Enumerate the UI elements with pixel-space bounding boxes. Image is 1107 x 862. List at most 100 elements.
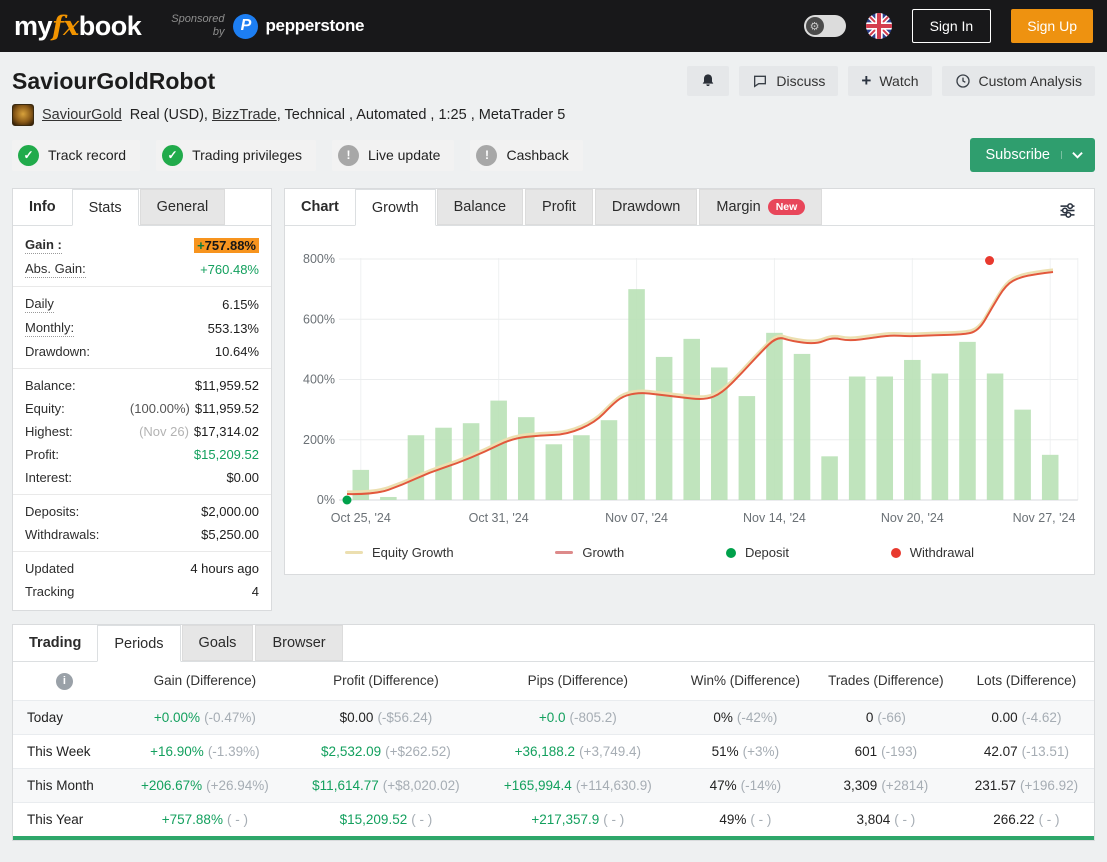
growth-bar[interactable] — [546, 444, 563, 500]
badge-trading-privileges[interactable]: ✓Trading privileges — [156, 140, 316, 171]
growth-bar[interactable] — [380, 497, 397, 500]
growth-bar[interactable] — [821, 456, 838, 500]
subscribe-button[interactable]: Subscribe — [970, 138, 1095, 172]
account-link[interactable]: SaviourGold — [42, 107, 122, 123]
sign-in-button[interactable]: Sign In — [912, 9, 992, 43]
column-header-lots-difference: Lots (Difference) — [959, 662, 1094, 700]
growth-bar[interactable] — [794, 354, 811, 500]
growth-bar[interactable] — [1014, 410, 1031, 500]
myfxbook-logo[interactable]: myfxbook — [14, 11, 141, 42]
stat-row-gain: Gain :+757.88% — [13, 233, 271, 257]
chart-settings-button[interactable] — [1053, 196, 1082, 228]
growth-bar[interactable] — [987, 373, 1004, 500]
periods-tab-goals[interactable]: Goals — [182, 625, 254, 661]
growth-bar[interactable] — [904, 360, 921, 500]
tab-label: Margin — [716, 199, 760, 215]
growth-bar[interactable] — [353, 470, 370, 500]
growth-bar[interactable] — [490, 401, 507, 500]
sign-up-button[interactable]: Sign Up — [1011, 9, 1093, 43]
info-tab-info[interactable]: Info — [13, 189, 72, 225]
stat-value-wrap: $2,000.00 — [201, 503, 259, 520]
chart-card: Chart Growth BalanceProfitDrawdown Margin Ne… — [284, 188, 1095, 575]
growth-bar[interactable] — [766, 333, 783, 500]
periods-tab-trading[interactable]: Trading — [13, 625, 97, 661]
stat-value-wrap: 6.15% — [222, 296, 259, 313]
cell-difference: (-1.39%) — [208, 744, 260, 759]
pepperstone-link[interactable]: P pepperstone — [233, 14, 364, 39]
cell-difference: ( - ) — [894, 812, 915, 827]
custom-analysis-button[interactable]: Custom Analysis — [942, 66, 1095, 96]
chart-tab-drawdown[interactable]: Drawdown — [595, 189, 698, 225]
period-label: Today — [13, 700, 116, 734]
cell-value: 601 — [855, 744, 878, 759]
chart-tab-chart[interactable]: Chart — [285, 189, 355, 225]
periods-tab-browser[interactable]: Browser — [255, 625, 342, 661]
stat-prefix: (Nov 26) — [139, 424, 189, 439]
growth-bar[interactable] — [683, 339, 700, 500]
legend-withdrawal[interactable]: Withdrawal — [891, 545, 974, 560]
check-icon: ✓ — [162, 145, 183, 166]
growth-bar[interactable] — [959, 342, 976, 500]
growth-bar[interactable] — [518, 417, 535, 500]
periods-tab-periods[interactable]: Periods — [97, 625, 180, 662]
cell-value: +217,357.9 — [531, 812, 599, 827]
watch-button[interactable]: + Watch — [848, 66, 931, 96]
period-cell: 42.07(-13.51) — [959, 734, 1094, 768]
notifications-button[interactable] — [687, 66, 729, 96]
period-cell: 3,309(+2814) — [813, 768, 959, 802]
deposit-marker[interactable] — [343, 496, 352, 505]
legend-growth[interactable]: Growth — [555, 545, 624, 560]
cell-value: 49% — [719, 812, 746, 827]
badge-cashback[interactable]: !Cashback — [470, 140, 582, 171]
legend-equity-growth[interactable]: Equity Growth — [345, 545, 454, 560]
stat-row-profit: Profit:$15,209.52 — [13, 443, 271, 466]
cell-difference: (+$262.52) — [385, 744, 451, 759]
info-tab-stats[interactable]: Stats — [72, 189, 139, 226]
new-badge: New — [768, 199, 806, 215]
tab-label: Growth — [372, 200, 419, 216]
period-cell: $15,209.52( - ) — [294, 802, 478, 836]
growth-bar[interactable] — [849, 377, 866, 500]
stat-group: Deposits:$2,000.00Withdrawals:$5,250.00 — [13, 495, 271, 552]
stat-row-interest: Interest:$0.00 — [13, 466, 271, 489]
badge-label: Live update — [368, 147, 440, 163]
language-flag-icon[interactable] — [866, 13, 892, 39]
period-label: This Week — [13, 734, 116, 768]
plus-sign: + — [197, 238, 205, 253]
chart-tab-balance[interactable]: Balance — [437, 189, 523, 225]
periods-card: TradingPeriodsGoalsBrowser iGain (Differ… — [12, 624, 1095, 841]
stat-label: Drawdown: — [25, 343, 90, 360]
growth-bar[interactable] — [463, 423, 480, 500]
speech-bubble-icon — [752, 73, 768, 89]
logo-fx: fx — [52, 11, 79, 42]
cell-value: +16.90% — [150, 744, 204, 759]
growth-bar[interactable] — [573, 435, 590, 500]
growth-bar[interactable] — [739, 396, 756, 500]
period-row-today: Today+0.00%(-0.47%)$0.00(-$56.24)+0.0(-8… — [13, 700, 1094, 734]
discuss-button[interactable]: Discuss — [739, 66, 838, 96]
chart-tab-profit[interactable]: Profit — [525, 189, 593, 225]
chart-tab-margin[interactable]: Margin New — [699, 189, 822, 225]
withdrawal-marker[interactable] — [985, 256, 994, 265]
cell-value: 42.07 — [984, 744, 1018, 759]
stat-label: Abs. Gain: — [25, 260, 86, 278]
growth-bar[interactable] — [1042, 455, 1059, 500]
badge-live-update[interactable]: !Live update — [332, 140, 454, 171]
broker-link[interactable]: BizzTrade — [212, 107, 277, 123]
cell-value: 3,309 — [844, 778, 878, 793]
stat-row-abs-gain: Abs. Gain:+760.48% — [13, 257, 271, 281]
growth-bar[interactable] — [656, 357, 673, 500]
badge-track-record[interactable]: ✓Track record — [12, 140, 140, 171]
legend-deposit[interactable]: Deposit — [726, 545, 789, 560]
growth-bar[interactable] — [876, 377, 893, 500]
info-tab-general[interactable]: General — [140, 189, 226, 225]
column-header-pips-difference: Pips (Difference) — [478, 662, 678, 700]
theme-toggle[interactable]: ⚙ — [804, 15, 846, 37]
info-icon[interactable]: i — [56, 673, 73, 690]
growth-bar[interactable] — [932, 373, 949, 500]
navbar: myfxbook Sponsoredby P pepperstone ⚙ Sig… — [0, 0, 1107, 52]
chart-tab-growth[interactable]: Growth — [355, 189, 436, 226]
growth-chart[interactable]: 0%200%400%600%800%Oct 25, '24Oct 31, '24… — [289, 232, 1084, 532]
growth-bar[interactable] — [601, 420, 618, 500]
growth-bar[interactable] — [408, 435, 425, 500]
